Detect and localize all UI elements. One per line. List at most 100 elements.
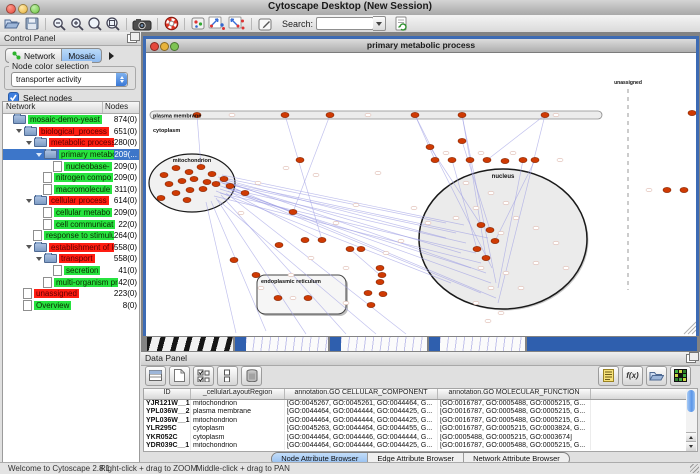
- search-config-icon[interactable]: [392, 16, 410, 31]
- network-label: secretion: [64, 266, 100, 275]
- tree-row[interactable]: Overview8(0): [3, 300, 139, 312]
- select-attributes-icon[interactable]: [193, 366, 214, 386]
- expand-arrow-icon[interactable]: [36, 257, 42, 261]
- node-count: 8(0): [123, 301, 139, 310]
- tree-row[interactable]: mosaic-demo-yeast874(0): [3, 114, 139, 126]
- create-attribute-icon[interactable]: [169, 366, 190, 386]
- zoom-in-icon[interactable]: [68, 16, 86, 31]
- save-session-icon[interactable]: [23, 16, 41, 31]
- cytoscape-window: Cytoscape Desktop (New Session): [0, 0, 700, 474]
- compartment-label: mitochondrion: [173, 158, 212, 164]
- table-row[interactable]: YPL036W__1mitochondrion[GO:0044464, GO:0…: [144, 417, 689, 425]
- tree-row[interactable]: transport558(0): [3, 253, 139, 265]
- background-window-fragment: [527, 337, 697, 351]
- gene-label-node: [473, 206, 479, 210]
- export-snapshot-icon[interactable]: [131, 16, 153, 31]
- tree-row[interactable]: multi-organism pro42(0): [3, 276, 139, 288]
- layout-two-icon[interactable]: [227, 16, 247, 31]
- edge: [350, 249, 380, 275]
- attribute-panel-icon[interactable]: [145, 366, 166, 386]
- column-header[interactable]: ID: [144, 389, 191, 399]
- gene-node: [378, 272, 386, 277]
- tree-row[interactable]: metabolic process280(0): [3, 137, 139, 149]
- node-color-combobox[interactable]: transporter activity: [11, 72, 128, 87]
- table-cell: [GO:0016787, GO:0005215, GO:0003824, G..…: [438, 425, 591, 433]
- expand-arrow-icon[interactable]: [26, 141, 32, 145]
- network-label: establishment of lo: [49, 243, 114, 252]
- column-header[interactable]: annotation.GO CELLULAR_COMPONENT: [285, 389, 438, 399]
- gene-label-node: [343, 301, 349, 305]
- search-dropdown-button[interactable]: [373, 16, 386, 31]
- tree-row[interactable]: cell communicat22(0): [3, 218, 139, 230]
- layout-one-icon[interactable]: [207, 16, 227, 31]
- open-session-icon[interactable]: [3, 16, 21, 31]
- tree-row[interactable]: establishment of lo558(0): [3, 242, 139, 254]
- network-canvas[interactable]: plasma membranecytoplasmmitochondrionnuc…: [146, 53, 696, 336]
- combobox-value: transporter activity: [12, 75, 116, 84]
- table-row[interactable]: YPL036W__2plasma membrane[GO:0044464, GO…: [144, 408, 689, 416]
- column-header[interactable]: annotation.GO MOLECULAR_FUNCTION: [438, 389, 591, 399]
- delete-attribute-icon[interactable]: [241, 366, 262, 386]
- float-panel-icon[interactable]: [686, 354, 696, 363]
- background-window-fragment: [330, 337, 341, 351]
- table-scrollbar[interactable]: [686, 388, 698, 452]
- network-tab-label: Network: [24, 51, 55, 61]
- zoom-selected-region-icon[interactable]: [86, 16, 104, 31]
- expand-arrow-icon[interactable]: [16, 129, 22, 133]
- network-view-titlebar[interactable]: primary metabolic process: [146, 39, 696, 53]
- table-row[interactable]: YJR121W__1mitochondrion[GO:0045267, GO:0…: [144, 400, 689, 408]
- tree-row[interactable]: cellular metabo209(0): [3, 207, 139, 219]
- gene-node: [448, 157, 456, 162]
- expand-arrow-icon[interactable]: [26, 199, 32, 203]
- help-ring-icon[interactable]: [162, 16, 180, 31]
- gene-node: [296, 157, 304, 162]
- function-builder-icon[interactable]: f(x): [622, 366, 643, 386]
- gene-label-node: [313, 173, 319, 177]
- zoom-out-icon[interactable]: [50, 16, 68, 31]
- open-attribute-file-icon[interactable]: [646, 366, 667, 386]
- scrollbar-thumb[interactable]: [687, 390, 695, 412]
- control-panel-header: Control Panel: [0, 32, 141, 46]
- node-count: 651(0): [114, 127, 139, 136]
- float-panel-icon[interactable]: [127, 34, 137, 43]
- background-window-fragment: [429, 337, 440, 351]
- control-panel-title: Control Panel: [4, 33, 56, 43]
- graphics-settings-icon[interactable]: [189, 16, 207, 31]
- table-row[interactable]: YLR295Ccytoplasm[GO:0045263, GO:0044464,…: [144, 425, 689, 433]
- table-row[interactable]: YDR039C__1mitochondrion[GO:0044464, GO:0…: [144, 442, 689, 450]
- tree-row[interactable]: unassigned223(0): [3, 288, 139, 300]
- search-label: Search:: [282, 19, 313, 29]
- resize-grip[interactable]: [690, 464, 699, 473]
- tree-row[interactable]: cellular process614(0): [3, 195, 139, 207]
- expand-arrow-icon[interactable]: [26, 245, 32, 249]
- table-cell: [GO:0016787, GO:0005488, GO:0005215, G..…: [438, 408, 591, 416]
- search-input[interactable]: [316, 17, 374, 30]
- import-attribute-list-icon[interactable]: [598, 366, 619, 386]
- toolbar-separator: [45, 18, 46, 30]
- color-matrix-icon[interactable]: [670, 366, 691, 386]
- tree-row[interactable]: secretion41(0): [3, 265, 139, 277]
- tree-row[interactable]: nitrogen compo209(0): [3, 172, 139, 184]
- gene-node: [160, 172, 168, 177]
- tree-row[interactable]: biological_process 651(0): [3, 126, 139, 138]
- unselect-attributes-icon[interactable]: [217, 366, 238, 386]
- gene-label-node: [518, 286, 524, 290]
- tree-row[interactable]: response to stimulu264(0): [3, 230, 139, 242]
- network-graph[interactable]: plasma membranecytoplasmmitochondrionnuc…: [146, 53, 696, 336]
- network-label: biological_process: [39, 127, 109, 136]
- expand-arrow-icon[interactable]: [36, 153, 42, 157]
- annotation-icon[interactable]: [256, 16, 274, 31]
- more-tabs-button[interactable]: [105, 48, 117, 63]
- gene-label-node: [498, 231, 504, 235]
- scroll-down-button[interactable]: [686, 441, 696, 451]
- column-header[interactable]: _cellularLayoutRegion: [191, 389, 285, 399]
- gene-label-node: [503, 201, 509, 205]
- gene-node: [519, 157, 527, 162]
- tree-row[interactable]: primary metabo209(...: [3, 149, 139, 161]
- gene-node: [458, 112, 466, 117]
- tree-row[interactable]: macromolecule311(0): [3, 184, 139, 196]
- zoom-fit-icon[interactable]: [104, 16, 122, 31]
- network-label: transport: [59, 254, 95, 263]
- tree-row[interactable]: nucleobase-209(0): [3, 160, 139, 172]
- table-row[interactable]: YKR052Ccytoplasm[GO:0044464, GO:0044446,…: [144, 434, 689, 442]
